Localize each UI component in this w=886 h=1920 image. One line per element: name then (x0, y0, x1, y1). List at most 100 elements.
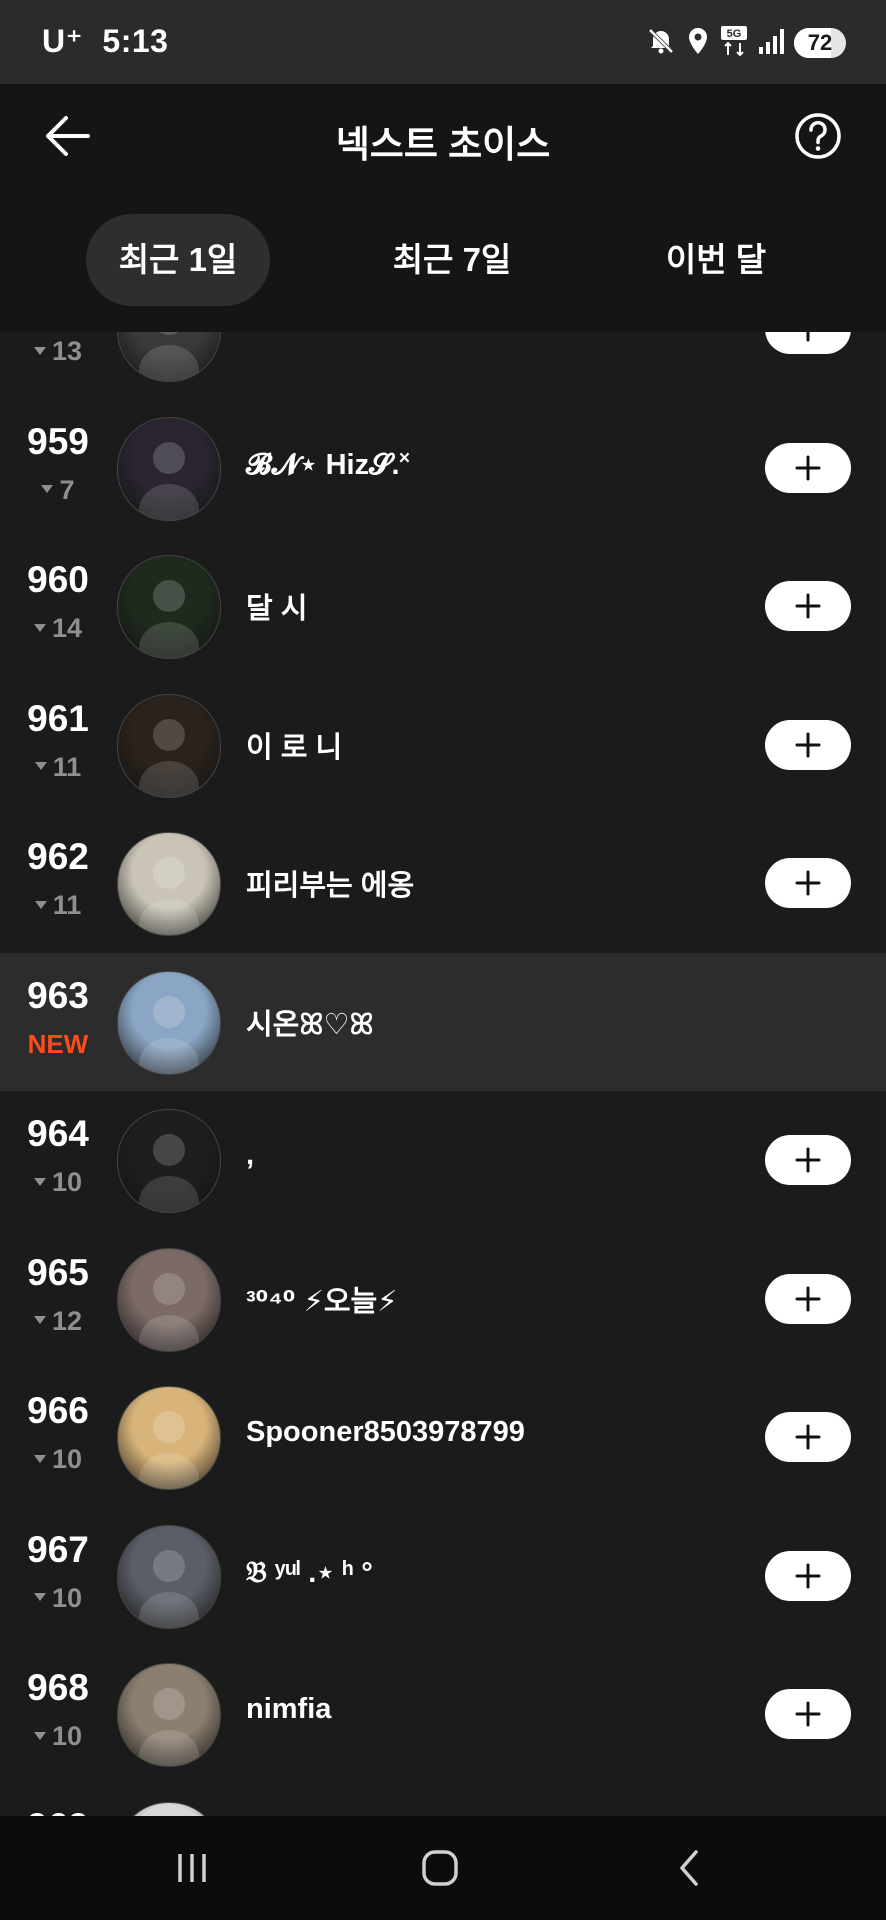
rank-change-value: 13 (51, 336, 83, 366)
follow-button[interactable] (765, 1273, 851, 1324)
avatar[interactable] (117, 832, 221, 936)
rank-change: 10 (0, 1721, 116, 1752)
ranking-row[interactable]: 968 10 nimfia (0, 1645, 886, 1784)
nickname: Spooner8503978799 (246, 1416, 525, 1448)
rank-change-value: 10 (51, 1167, 83, 1197)
tab-recent-1-day[interactable]: 최근 1일 (86, 214, 270, 306)
avatar-silhouette (139, 580, 199, 658)
avatar[interactable] (117, 970, 221, 1075)
mute-icon (646, 26, 676, 61)
rank-change-value: 10 (51, 1721, 83, 1751)
plus-icon (795, 593, 821, 619)
status-bar: U⁺ 5:13 5G 72 (0, 0, 886, 84)
ranking-row[interactable]: 967 10 𝔅 ʸᵘˡ .⋆ ʰ ° (0, 1507, 886, 1646)
follow-button[interactable] (765, 332, 851, 354)
rank-change: 12 (0, 1306, 116, 1337)
status-left: U⁺ 5:13 (42, 22, 168, 60)
rank-down-icon (33, 346, 46, 355)
rank-number: 959 (27, 420, 89, 462)
rank-down-icon (34, 900, 47, 909)
avatar-silhouette (139, 1272, 199, 1351)
rank-number: 962 (27, 836, 89, 877)
avatar[interactable] (117, 555, 221, 659)
ranking-row[interactable]: 966 10 Spooner8503978799 (0, 1368, 886, 1507)
nickname: 피리부는 에옹 (246, 870, 415, 902)
plus-icon (806, 332, 810, 342)
follow-button[interactable] (765, 442, 851, 493)
ranking-row[interactable]: 95813 (0, 332, 886, 399)
avatar[interactable] (117, 693, 221, 798)
follow-button[interactable] (765, 719, 851, 770)
avatar-silhouette (139, 1688, 199, 1766)
avatar[interactable] (117, 1801, 221, 1817)
system-nav-bar (0, 1816, 886, 1920)
battery-percent: 72 (807, 30, 833, 55)
follow-button[interactable] (765, 858, 851, 908)
follow-button[interactable] (765, 1689, 851, 1739)
rank-down-icon (33, 623, 46, 632)
ranking-row[interactable]: 960 14 달 시 (0, 537, 886, 676)
nickname: 𝓑𝓝⋆ Hiz𝓢.˟ (246, 448, 410, 481)
avatar-silhouette (139, 995, 199, 1074)
rank-change: 10 (0, 1167, 116, 1198)
rank-number: 965 (27, 1251, 89, 1293)
avatar[interactable] (117, 332, 221, 382)
follow-button[interactable] (765, 581, 851, 631)
rank-change: 7 (0, 475, 116, 506)
avatar[interactable] (117, 1247, 221, 1352)
help-button[interactable] (794, 112, 842, 160)
back-nav-button[interactable] (660, 1844, 720, 1892)
recents-icon (178, 1854, 206, 1882)
plus-icon (795, 870, 821, 896)
rank-change-value: 11 (52, 751, 82, 782)
ranking-row[interactable]: 963 NEW 시온ꕤ♡ꕤ (0, 952, 886, 1091)
rank-change-value: 14 (51, 613, 83, 643)
rank-down-icon (33, 1454, 46, 1463)
recents-button[interactable] (162, 1844, 222, 1892)
rank-change: 14 (0, 613, 116, 644)
plus-icon (795, 732, 821, 757)
follow-button[interactable] (765, 1550, 851, 1601)
network-5g-icon: 5G (720, 25, 748, 62)
tab-recent-7-days[interactable]: 최근 7일 (360, 214, 544, 306)
avatar-silhouette (139, 1411, 199, 1489)
tab-this-month[interactable]: 이번 달 (624, 214, 808, 306)
follow-button[interactable] (765, 1135, 851, 1185)
avatar-silhouette (139, 441, 199, 520)
plus-icon (795, 1286, 821, 1311)
rank-down-icon (41, 485, 54, 494)
battery-indicator: 72 (794, 28, 846, 58)
nickname: 𝔅 ʸᵘˡ .⋆ ʰ ° (246, 1556, 373, 1589)
ranking-row[interactable]: 962 11 피리부는 에옹 (0, 814, 886, 953)
avatar-silhouette (118, 1803, 220, 1817)
avatar[interactable] (117, 1386, 221, 1490)
rank-change: 11 (0, 890, 116, 921)
nickname: 달 시 (246, 593, 308, 625)
avatar-silhouette (139, 1134, 199, 1212)
avatar[interactable] (117, 1663, 221, 1767)
avatar[interactable] (117, 416, 221, 521)
rank-down-icon (33, 1177, 46, 1186)
period-tabs: 최근 1일 최근 7일 이번 달 (0, 214, 886, 306)
rank-number: 960 (27, 559, 89, 600)
rank-change: NEW (27, 1028, 89, 1059)
ranking-row[interactable]: 961 11 이 로 니 (0, 676, 886, 815)
rank-change-value: 12 (51, 1305, 83, 1336)
ranking-row[interactable]: 959 7 𝓑𝓝⋆ Hiz𝓢.˟ (0, 399, 886, 538)
status-icons: 5G 72 (646, 24, 846, 62)
rank-number: 964 (27, 1113, 89, 1154)
rank-down-icon (33, 1316, 46, 1325)
ranking-row[interactable]: 964 10, (0, 1091, 886, 1230)
avatar[interactable] (117, 1524, 221, 1629)
nickname: 시온ꕤ♡ꕤ (246, 1008, 374, 1041)
back-icon (680, 1850, 698, 1886)
ranking-row[interactable]: 969 (0, 1784, 886, 1817)
follow-button[interactable] (765, 1412, 851, 1462)
rank-change-value: 7 (59, 474, 75, 505)
ranking-row[interactable]: 965 12 ³⁰⁴⁰ ⚡오늘⚡ (0, 1230, 886, 1369)
avatar[interactable] (117, 1109, 221, 1213)
rank-number: 967 (27, 1528, 89, 1570)
rank-number: 966 (27, 1390, 89, 1431)
home-button[interactable] (410, 1844, 470, 1892)
ranking-list-viewport[interactable]: 95813 959 7 𝓑𝓝⋆ Hiz𝓢.˟ 960 14 달 시 961 11 이 로 니 962… (0, 332, 886, 1816)
